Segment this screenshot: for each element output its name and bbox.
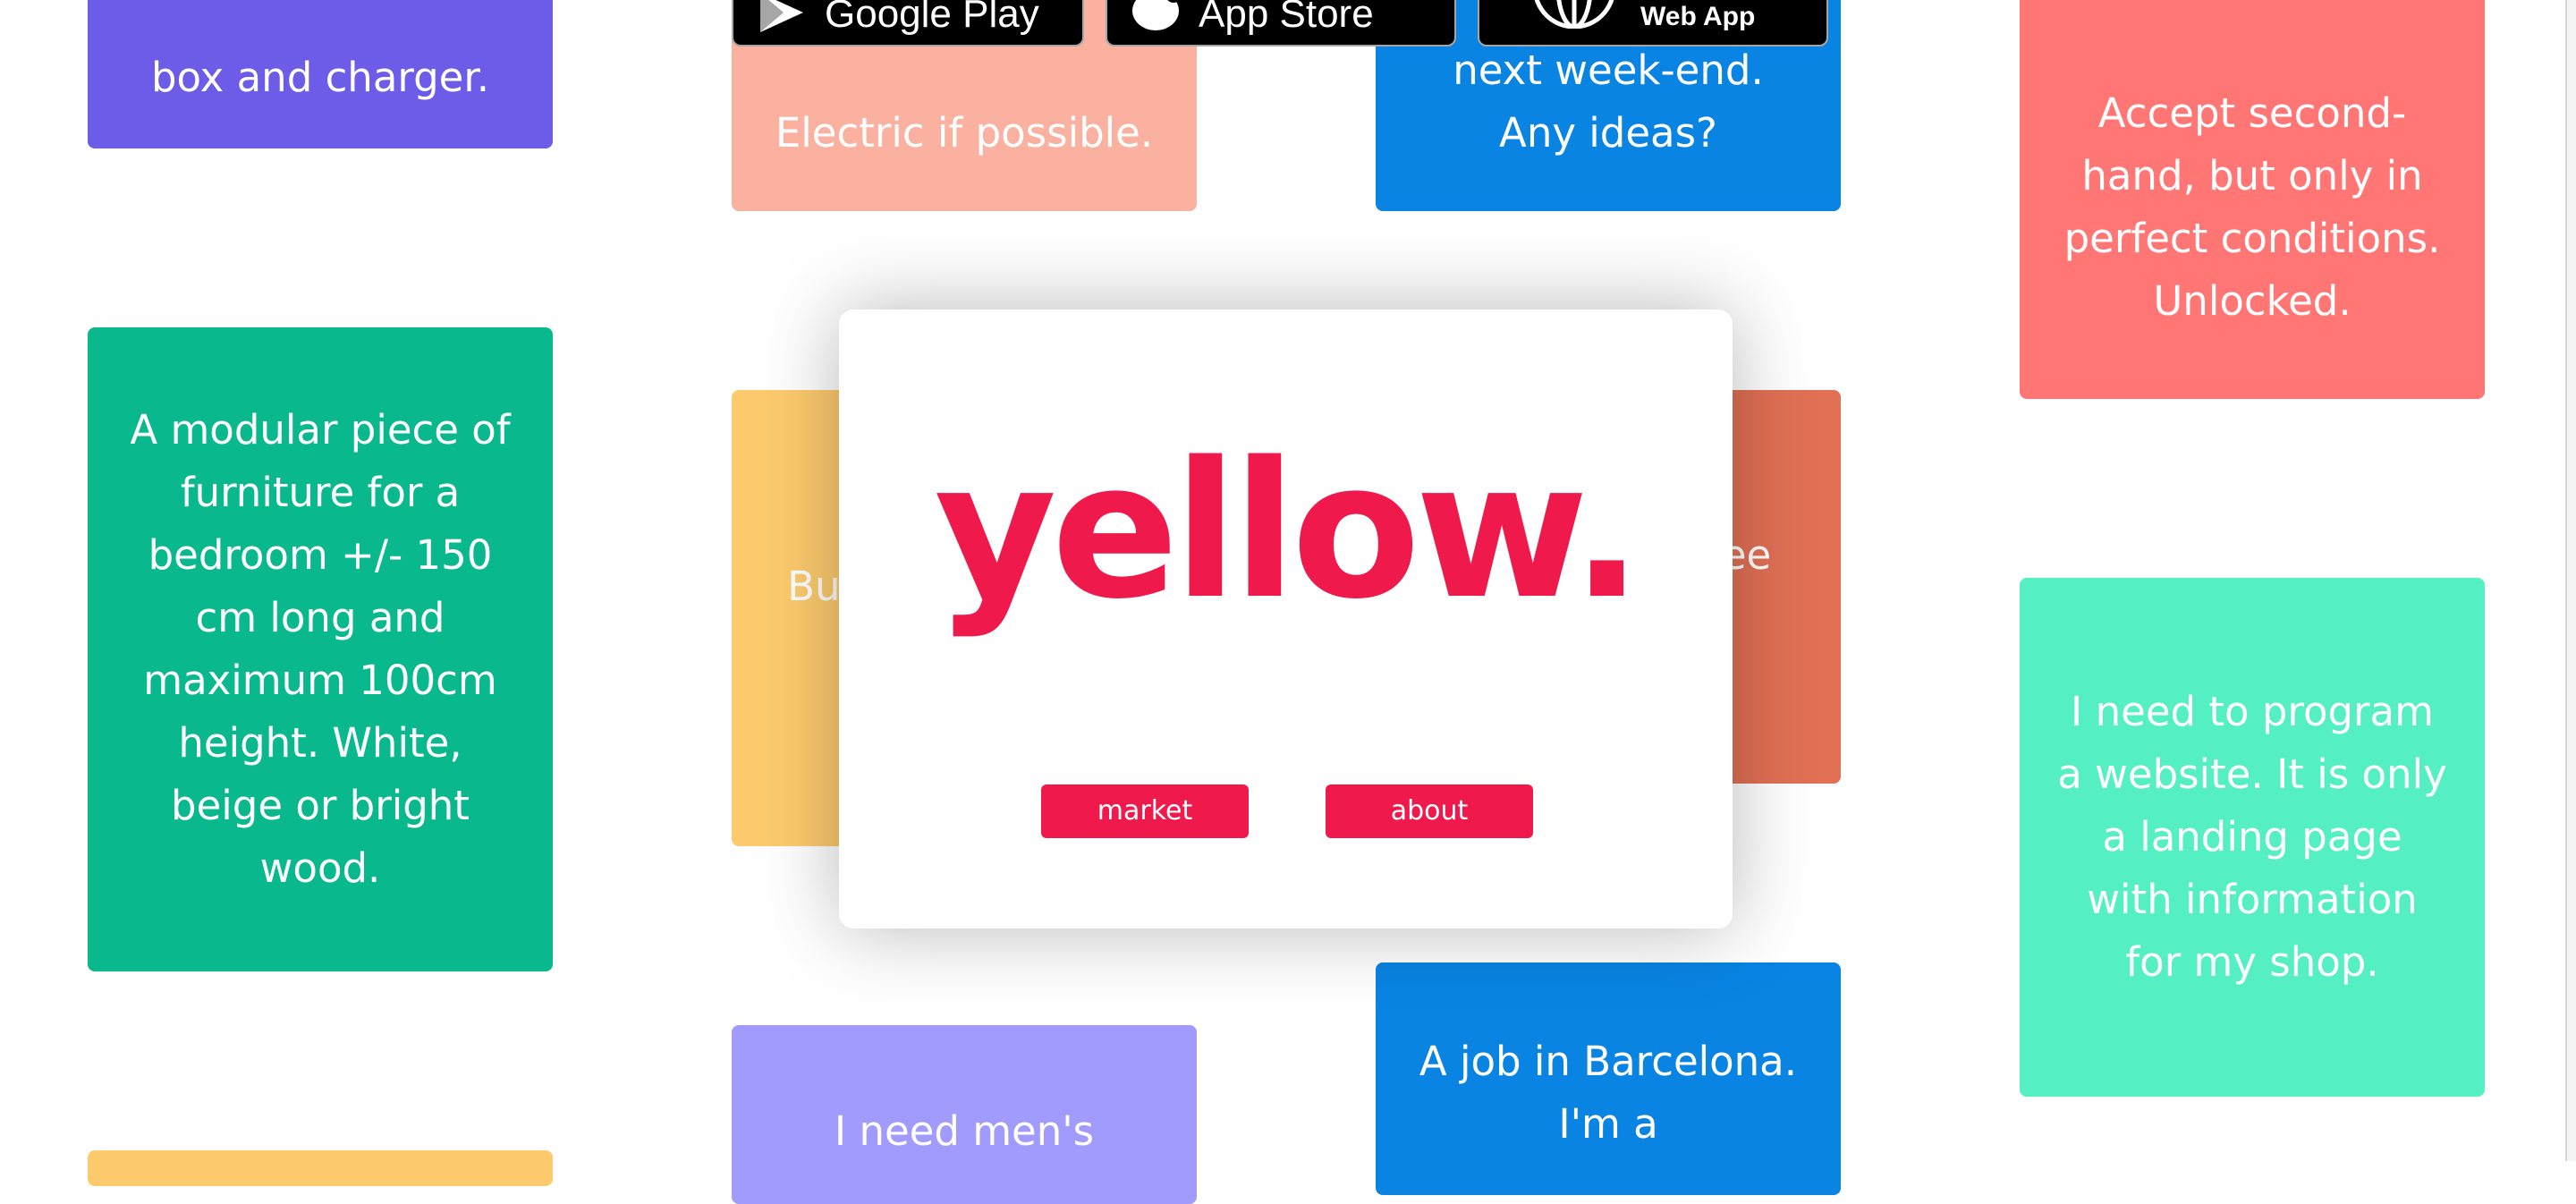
app-store-badge[interactable]: App Store (1106, 0, 1456, 47)
yellow-logo: yellow. (934, 421, 1643, 640)
request-card[interactable]: A job in Barcelona. I'm a (1376, 962, 1841, 1195)
google-play-icon (757, 0, 807, 36)
globe-icon (1530, 0, 1619, 32)
request-card-text: Electric if possible. (775, 109, 1154, 157)
about-button[interactable]: about (1326, 784, 1533, 838)
app-store-label: App Store (1199, 0, 1374, 36)
request-card-text: I need to program a website. It is only … (2057, 688, 2447, 986)
request-card[interactable]: I need men's (732, 1025, 1197, 1204)
welcome-modal: yellow. market about (839, 309, 1733, 928)
request-card[interactable]: Accept second-hand, but only in perfect … (2020, 0, 2485, 399)
apple-icon (1131, 0, 1181, 36)
google-play-badge[interactable]: Google Play (732, 0, 1084, 47)
request-card[interactable]: box and charger. (88, 0, 553, 148)
page-scrollbar[interactable] (2565, 0, 2576, 1161)
request-card-text: next week-end. Any ideas? (1453, 47, 1764, 157)
request-card-text: I need men's (834, 1107, 1095, 1155)
web-app-label: Web App (1640, 2, 1756, 31)
request-card-text: box and charger. (150, 54, 490, 101)
request-card[interactable] (88, 1150, 553, 1186)
request-card[interactable]: A modular piece of furniture for a bedro… (88, 327, 553, 971)
market-button[interactable]: market (1041, 784, 1249, 838)
request-card-text: A modular piece of furniture for a bedro… (130, 406, 511, 892)
google-play-label: Google Play (825, 0, 1039, 36)
request-card[interactable]: I need to program a website. It is only … (2020, 578, 2485, 1097)
request-card-text: Accept second-hand, but only in perfect … (2063, 89, 2441, 325)
request-card-text: A job in Barcelona. I'm a (1419, 1038, 1798, 1148)
web-app-badge[interactable]: Web App (1478, 0, 1828, 47)
